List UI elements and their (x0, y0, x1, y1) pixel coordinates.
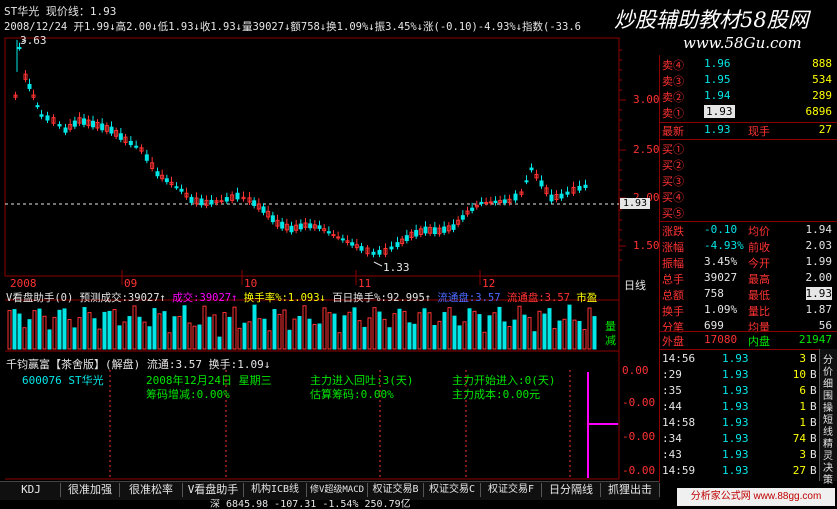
ind-y-3: -0.00 (622, 430, 656, 443)
quote-panel: 卖④ 1.96 888 卖③ 1.95 534 卖② 1.94 289 卖① 1.93 6896… (659, 55, 837, 355)
period-label[interactable]: 日线 (624, 277, 646, 293)
ask-row-3: 卖③ 1.95 534 (662, 73, 832, 88)
tick-row: :35 1.93 6 B (662, 384, 817, 397)
current-price-tag: 1.93 (620, 198, 651, 209)
tick-row: 14:56 1.93 3 B (662, 352, 817, 365)
tick-list[interactable]: 14:56 1.93 3 B :29 1.93 10 B :35 1.93 6 B :44 1.93 1 B 1… (659, 349, 820, 482)
tab-hzjq[interactable]: 很准加强 (61, 483, 120, 497)
month-12: 12 (482, 277, 496, 290)
volume-bars (7, 304, 597, 350)
bid-row-2: 买② (662, 159, 684, 172)
bid-row-4: 买④ (662, 191, 684, 204)
tick-row: :43 1.93 3 B (662, 448, 817, 461)
y-label-300: 3.00 (633, 93, 660, 106)
ind-chip-change: 筹码增减:0.00% (146, 388, 230, 401)
ask-row-1: 卖① 1.93 6896 (662, 105, 832, 120)
tab-macd[interactable]: 修V超级MACD (307, 483, 368, 497)
ind-panel-title: 千钧赢富【茶舍版】(解盘) 流通:3.57 换手:1.09↓ (6, 358, 271, 371)
last-row: 最新 1.93 现手 27 (662, 123, 832, 138)
low-label: 1.33 (383, 261, 410, 274)
ask-row-2: 卖② 1.94 289 (662, 89, 832, 104)
vol-label-2: 减 (605, 334, 616, 347)
ind-est-chip: 估算筹码:0.00% (310, 388, 394, 401)
bid-row-1: 买① (662, 143, 684, 156)
tick-row: :44 1.93 1 B (662, 400, 817, 413)
tick-row: :29 1.93 10 B (662, 368, 817, 381)
tab-kdj[interactable]: KDJ (2, 483, 61, 497)
tab-qzf[interactable]: 权证交易F (481, 483, 542, 497)
bid-row-3: 买③ (662, 175, 684, 188)
stat-row: 振幅 3.45% 今开 1.99 (662, 255, 832, 270)
candlesticks (13, 39, 588, 267)
stat-row: 总额 758 最低 1.93 (662, 287, 832, 302)
stat-row: 涨幅 -4.93% 前收 2.03 (662, 239, 832, 254)
footer-watermark: 分析家公式网 www.88gg.com (677, 488, 835, 506)
tick-row: 14:59 1.93 27 B (662, 464, 817, 477)
tick-row: :34 1.93 74 B (662, 432, 817, 445)
tab-hzsl[interactable]: 很准松率 (120, 483, 183, 497)
bid-row-5: 买⑤ (662, 207, 684, 220)
tick-row: 14:58 1.93 1 B (662, 416, 817, 429)
stat-row: 换手 1.09% 量比 1.87 (662, 303, 832, 318)
y-label-150: 1.50 (633, 239, 660, 252)
stat-row: 总手 39027 最高 2.00 (662, 271, 832, 286)
right-tab-strip: 分价细围操短线精灵决策 (819, 349, 837, 486)
price-panel-frame (4, 37, 620, 277)
month-11: 11 (358, 277, 372, 290)
kline-chart[interactable] (0, 0, 660, 484)
stat-row: 涨跌 -0.10 均价 1.94 (662, 223, 832, 238)
month-2008: 2008 (10, 277, 37, 290)
month-09: 09 (124, 277, 138, 290)
right-tab[interactable]: 策 (823, 471, 833, 486)
month-10: 10 (244, 277, 258, 290)
tab-qzb[interactable]: 权证交易B (368, 483, 424, 497)
outer-inner-row: 外盘 17080 内盘 21947 (662, 333, 832, 348)
ind-y-4: -0.00 (622, 464, 656, 477)
status-bar: 深 6845.98 -107.31 -1.54% 250.79亿 (210, 499, 411, 509)
y-label-250: 2.50 (633, 143, 660, 156)
ind-y-1: 0.00 (622, 364, 649, 377)
tab-qzc[interactable]: 权证交易C (424, 483, 481, 497)
ind-y-2: -0.00 (622, 396, 656, 409)
watermark-url: www.58Gu.com (683, 34, 802, 52)
tab-zlcj[interactable]: 抓狸出击 (601, 483, 660, 497)
ask-row-4: 卖④ 1.96 888 (662, 57, 832, 72)
high-label: 3.63 (20, 34, 47, 47)
tab-rfgx[interactable]: 日分隔线 (542, 483, 601, 497)
tab-icb[interactable]: 机构ICB线 (244, 483, 307, 497)
ind-cost: 主力成本:0.00元 (452, 388, 541, 401)
vol-panel-title: V看盘助手(0) 预测成交:39027↑ 成交:39027↑ 换手率%:1.09… (6, 292, 598, 304)
ind-code: 600076 ST华光 (22, 374, 104, 387)
tab-vkp[interactable]: V看盘助手 (183, 483, 244, 497)
